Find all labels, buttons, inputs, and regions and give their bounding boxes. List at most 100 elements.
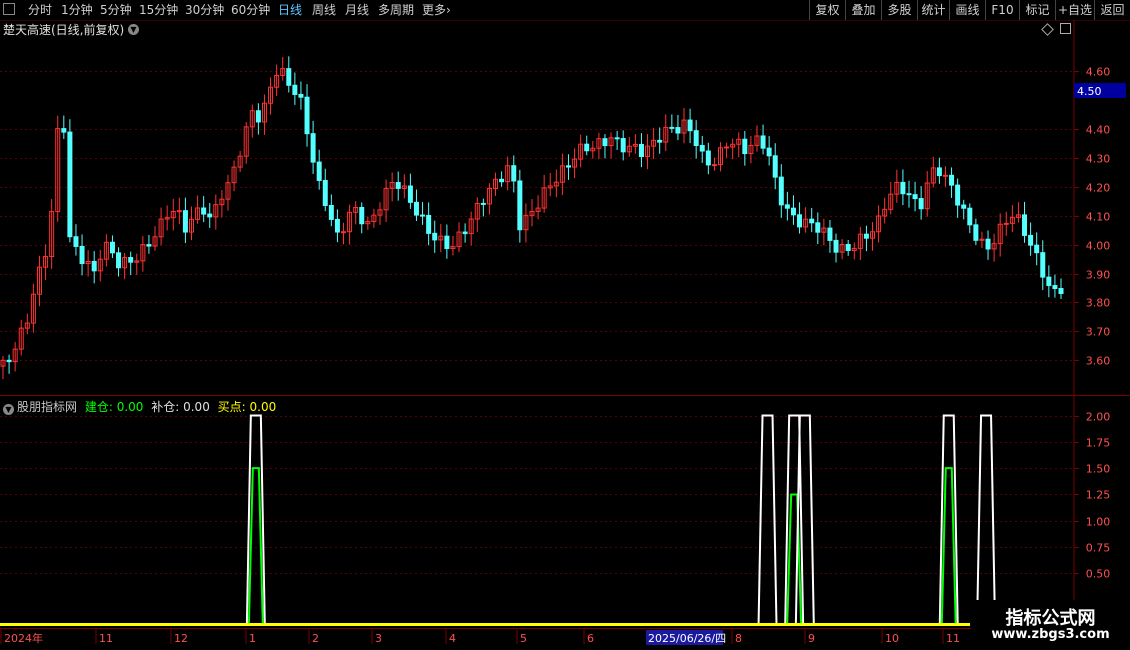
candle-body xyxy=(772,155,778,178)
candle-body xyxy=(286,68,292,86)
candle-body xyxy=(766,147,772,157)
y-tick-label: 3.60 xyxy=(1086,355,1111,368)
jiancang-signal xyxy=(940,467,957,627)
chart-canvas: 4.60 4.40 4.30 4.20 4.10 4.00 3.90 3.80 3.70 3.60… xyxy=(0,20,1130,645)
x-tick-label: 11 xyxy=(946,632,960,645)
candle-body xyxy=(334,218,340,233)
y-tick-label: 4.20 xyxy=(1086,182,1111,195)
indicator-name[interactable]: 股朋指标网 xyxy=(17,400,77,414)
candle-body xyxy=(73,236,79,247)
candle-body xyxy=(328,204,334,220)
candle-body xyxy=(809,218,815,224)
candle-body xyxy=(1034,244,1040,254)
indicator-header: ▼ 股朋指标网 建仓: 0.00 补仓: 0.00 买点: 0.00 xyxy=(3,398,276,415)
y-tick-label: 4.10 xyxy=(1086,211,1111,224)
x-tick-label: 5 xyxy=(520,632,527,645)
y-tick-label: 3.90 xyxy=(1086,269,1111,282)
candle-body xyxy=(705,150,711,166)
x-tick-label: 6 xyxy=(587,632,594,645)
candle-body xyxy=(614,137,620,140)
candle-body xyxy=(699,145,705,152)
y-tick-label: 2.00 xyxy=(1086,411,1111,424)
candle-body xyxy=(967,207,973,226)
candle-body xyxy=(407,185,413,203)
candle-body xyxy=(176,210,182,213)
candle-body xyxy=(432,232,438,241)
x-tick-label: 3 xyxy=(375,632,382,645)
candle-body xyxy=(565,165,571,168)
candlestick-series xyxy=(0,56,1064,380)
candle-body xyxy=(462,231,468,235)
candle-body xyxy=(833,239,839,253)
indicator-jiancang: 建仓: 0.00 xyxy=(84,400,144,414)
y-tick-label: 3.80 xyxy=(1086,297,1111,310)
candle-body xyxy=(316,161,322,181)
x-tick-label: 12 xyxy=(174,632,188,645)
x-tick-label: 2024年 xyxy=(4,631,43,645)
candle-body xyxy=(413,201,419,216)
bucang-signal xyxy=(757,414,778,627)
candle-body xyxy=(693,130,699,147)
candle-body xyxy=(584,143,590,152)
y-tick-label: 4.60 xyxy=(1086,66,1111,79)
current-price-label: 4.50 xyxy=(1077,85,1102,98)
candle-body xyxy=(687,119,693,132)
candle-body xyxy=(949,174,955,186)
candle-body xyxy=(742,138,748,155)
x-tick-label: 4 xyxy=(449,632,456,645)
candle-body xyxy=(784,204,790,209)
y-tick-label: 4.30 xyxy=(1086,153,1111,166)
candle-body xyxy=(310,133,316,163)
candle-body xyxy=(67,131,73,238)
x-tick-label: 1 xyxy=(249,632,256,645)
candle-body xyxy=(942,174,948,177)
candle-body xyxy=(420,214,426,217)
candle-body xyxy=(657,139,663,143)
cursor-date: 2025/06/26/四 xyxy=(648,632,726,645)
bucang-signal xyxy=(794,414,815,627)
candle-body xyxy=(675,127,681,134)
candle-body xyxy=(1022,214,1028,236)
candle-body xyxy=(638,143,644,158)
candle-body xyxy=(1028,234,1034,246)
candle-body xyxy=(1046,276,1052,287)
candle-body xyxy=(255,110,261,123)
candle-body xyxy=(6,359,12,363)
y-tick-label: 1.00 xyxy=(1086,516,1111,529)
jiancang-signal xyxy=(786,493,803,627)
sub-y-axis: 2.00 1.75 1.50 1.25 1.00 0.75 0.50 xyxy=(1074,411,1110,581)
stock-title: 楚天高速(日线,前复权) xyxy=(3,23,125,37)
panel-toggle-icon[interactable] xyxy=(1060,23,1071,34)
candle-body xyxy=(778,176,784,206)
chevron-down-icon[interactable]: ▼ xyxy=(128,24,139,35)
candle-body xyxy=(359,206,365,225)
candle-body xyxy=(724,146,730,149)
candle-body xyxy=(1052,285,1058,290)
candle-body xyxy=(517,180,523,231)
candle-body xyxy=(322,179,328,206)
y-tick-label: 0.75 xyxy=(1086,542,1111,555)
candle-body xyxy=(669,126,675,129)
candle-body xyxy=(426,214,432,234)
candle-body xyxy=(790,207,796,216)
watermark: 指标公式网 www.zbgs3.com xyxy=(971,600,1130,650)
candle-body xyxy=(444,235,450,250)
candle-body xyxy=(1058,288,1064,295)
candle-body xyxy=(61,128,67,133)
candle-body xyxy=(128,257,134,263)
x-axis-labels: 2024年 11 12 1 2 3 4 5 6 8 9 10 11 xyxy=(0,628,960,645)
candle-body xyxy=(109,241,115,254)
candle-body xyxy=(146,244,152,247)
y-tick-label: 3.70 xyxy=(1086,326,1111,339)
candle-body xyxy=(341,231,347,234)
x-tick-label: 9 xyxy=(808,632,815,645)
chevron-down-icon[interactable]: ▼ xyxy=(3,404,14,415)
candle-body xyxy=(961,204,967,209)
x-tick-label: 10 xyxy=(885,632,899,645)
bucang-signal xyxy=(976,414,997,627)
y-tick-label: 1.75 xyxy=(1086,437,1111,450)
candle-body xyxy=(511,165,517,182)
watermark-url: www.zbgs3.com xyxy=(991,627,1110,642)
candle-body xyxy=(918,198,924,210)
indicator-series xyxy=(245,414,997,627)
